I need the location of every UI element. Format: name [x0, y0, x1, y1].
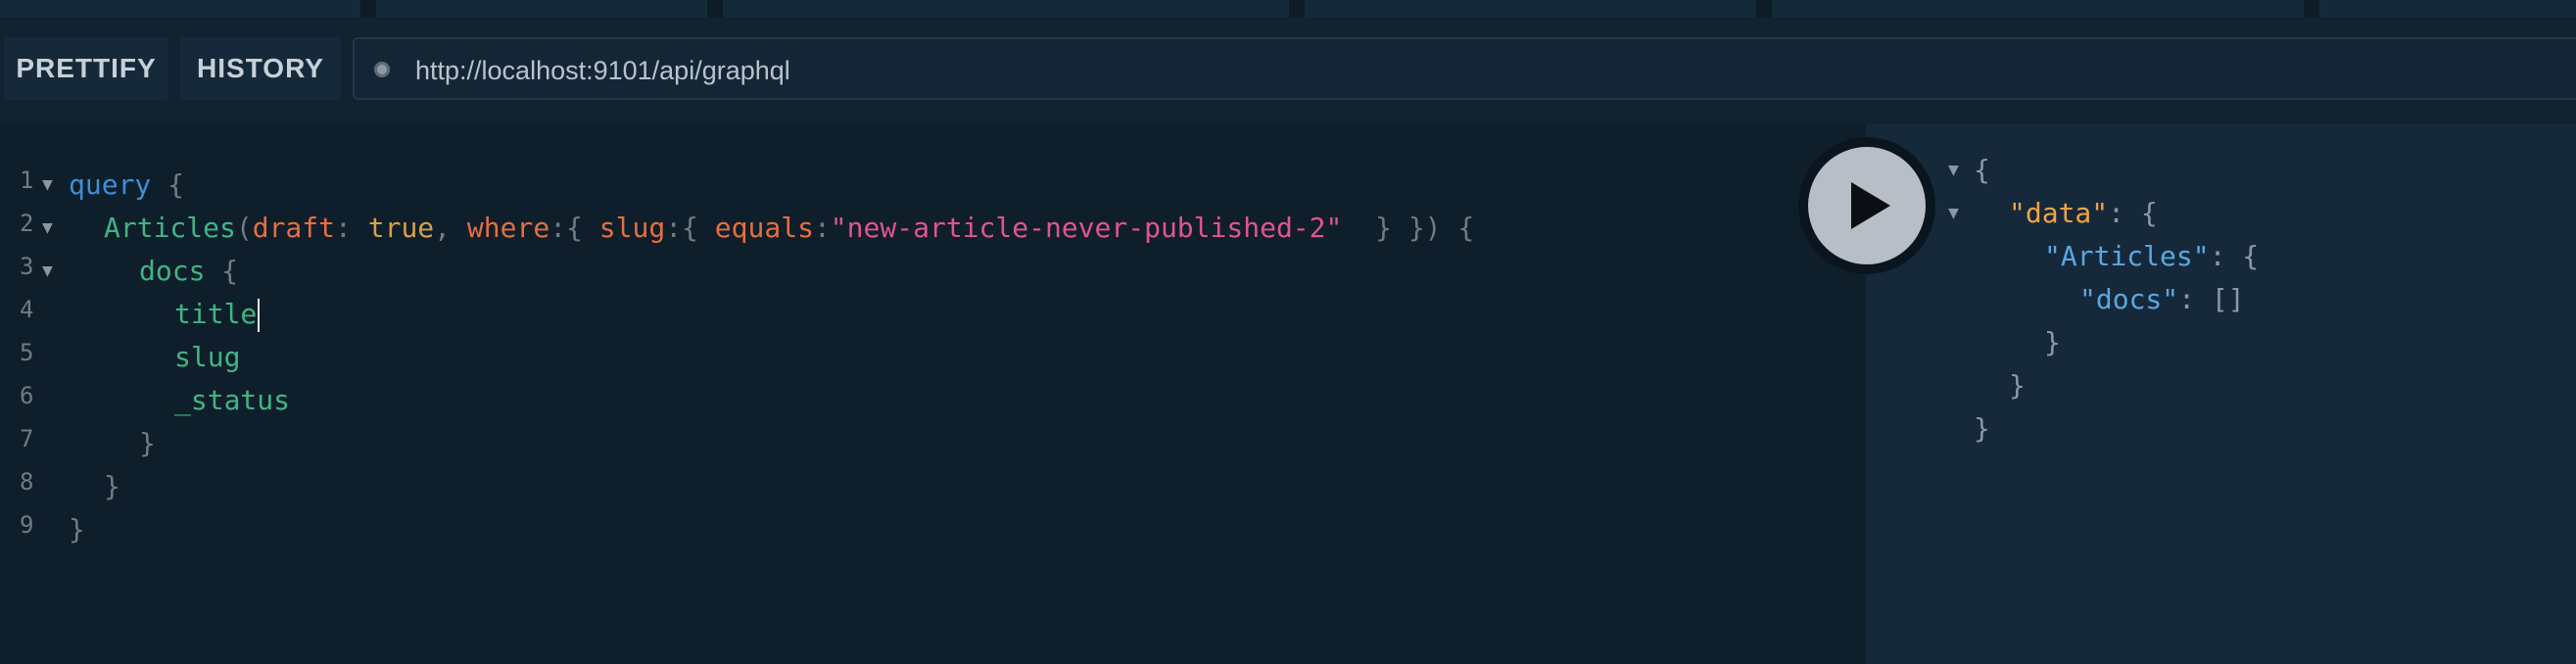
code-token: equals: [714, 212, 814, 244]
results-pane: ▼{▼ "data": {"Articles": {"docs": []}}}: [1866, 123, 2576, 664]
fold-arrow-icon[interactable]: ▼: [42, 207, 53, 250]
history-button[interactable]: HISTORY: [180, 37, 341, 100]
fold-arrow-icon[interactable]: ▼: [42, 164, 53, 207]
window-tab-strip: [0, 0, 2576, 18]
json-token: : []: [2178, 283, 2245, 315]
line-number: 2: [20, 210, 34, 237]
fold-arrow-icon[interactable]: ▼: [1948, 192, 1959, 235]
code-line[interactable]: docs {: [139, 250, 238, 293]
code-token: {: [205, 255, 239, 287]
code-token: title: [174, 298, 258, 330]
code-token: slug: [598, 212, 666, 244]
toolbar: PRETTIFY HISTORY http://localhost:9101/a…: [0, 18, 2576, 123]
endpoint-url-field[interactable]: http://localhost:9101/api/graphql: [353, 37, 2576, 100]
json-token: "data": [2009, 197, 2109, 229]
code-token: _status: [174, 384, 291, 416]
tab-divider: [1289, 0, 1305, 18]
json-token: "docs": [2079, 283, 2179, 315]
json-token: }: [2044, 326, 2061, 358]
line-number: 9: [20, 511, 34, 539]
code-line[interactable]: }: [139, 422, 156, 465]
code-token: :{: [665, 212, 715, 244]
code-token: query: [69, 168, 152, 201]
line-number: 4: [20, 296, 34, 323]
line-number: 6: [20, 382, 34, 409]
json-token: }: [2009, 369, 2026, 402]
result-line: }: [1974, 407, 1990, 451]
code-token: } }) {: [1342, 212, 1475, 244]
line-number: 8: [20, 468, 34, 496]
code-token: true: [367, 212, 435, 244]
json-token: }: [1974, 412, 1990, 445]
code-token: slug: [174, 341, 241, 373]
code-token: where: [466, 212, 550, 244]
code-line[interactable]: Articles(draft: true, where:{ slug:{ equ…: [104, 207, 1474, 250]
code-line[interactable]: _status: [174, 379, 290, 422]
code-token: }: [139, 427, 156, 459]
endpoint-url-text: http://localhost:9101/api/graphql: [415, 56, 790, 85]
code-line[interactable]: }: [69, 508, 85, 551]
json-token: : {: [2108, 197, 2158, 229]
code-token: }: [69, 513, 85, 545]
run-query-button[interactable]: [1808, 147, 1926, 264]
code-token: draft: [252, 212, 336, 244]
tab-divider: [1756, 0, 1772, 18]
code-token: :{: [549, 212, 599, 244]
json-token: : {: [2209, 240, 2260, 272]
code-line[interactable]: slug: [174, 336, 240, 379]
code-token: "new-article-never-published-2": [830, 212, 1343, 244]
code-token: ,: [434, 212, 467, 244]
status-dot-icon: [374, 62, 390, 77]
json-token: "Articles": [2044, 240, 2210, 272]
code-token: (: [235, 212, 253, 244]
fold-arrow-icon[interactable]: ▼: [42, 250, 53, 293]
query-editor[interactable]: 1 ▼ query {2 ▼ Articles(draft: true, where:{…: [0, 123, 1866, 664]
result-line: "docs": []: [2079, 278, 2245, 321]
play-icon: [1851, 182, 1890, 229]
code-token: docs: [139, 255, 206, 287]
code-line[interactable]: }: [104, 465, 120, 508]
code-token: :: [335, 212, 368, 244]
result-line: }: [2009, 364, 2026, 407]
tab-divider: [2304, 0, 2319, 18]
line-number: 3: [20, 253, 34, 280]
line-number: 1: [20, 166, 34, 194]
code-line[interactable]: title: [174, 293, 261, 336]
code-line[interactable]: query {: [69, 164, 184, 207]
line-number: 5: [20, 339, 34, 366]
text-cursor: [258, 299, 261, 332]
json-token: {: [1974, 154, 1990, 186]
run-button-ring: [1798, 137, 1935, 274]
code-token: :: [813, 212, 831, 244]
line-number: 7: [20, 425, 34, 452]
code-token: }: [104, 470, 120, 502]
result-line: }: [2044, 321, 2061, 364]
tab-divider: [360, 0, 376, 18]
result-line: "Articles": {: [2044, 235, 2259, 278]
prettify-button[interactable]: PRETTIFY: [4, 37, 168, 100]
fold-arrow-icon[interactable]: ▼: [1948, 149, 1959, 192]
code-token: Articles: [104, 212, 236, 244]
result-line: {: [1974, 149, 1990, 192]
result-line: "data": {: [2009, 192, 2158, 235]
code-token: {: [151, 168, 185, 201]
tab-divider: [707, 0, 723, 18]
